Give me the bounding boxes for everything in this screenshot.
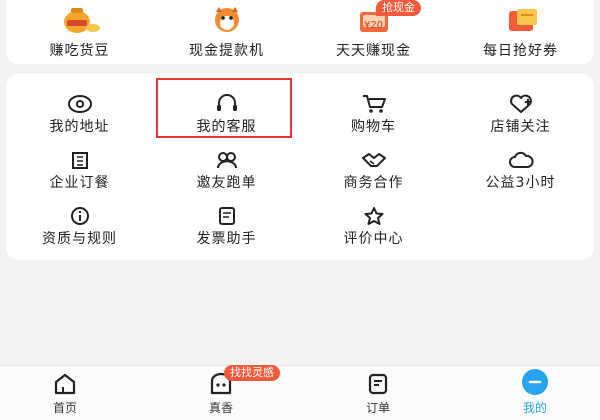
promo-daily-coupons[interactable]: 每日抢好券 [447, 0, 594, 64]
service-invoice-assistant[interactable]: 发票助手 [153, 206, 300, 262]
bottom-tab-bar: 首页 真香 订单 我的 [0, 365, 600, 420]
promo-cash-machine[interactable]: 现金提款机 [153, 0, 300, 64]
promo-earn-beans[interactable]: 赚吃货豆 [6, 0, 153, 64]
service-store-follow[interactable]: 店铺关注 [447, 94, 594, 150]
order-icon [368, 373, 388, 395]
tab-label: 我的 [522, 401, 547, 415]
promo-label: 每日抢好券 [483, 43, 558, 59]
service-label: 我的地址 [49, 119, 110, 135]
service-label: 评价中心 [343, 231, 404, 247]
service-shopping-cart[interactable]: 购物车 [300, 94, 447, 150]
tab-label: 首页 [52, 401, 77, 415]
promo-label: 天天赚现金 [336, 43, 411, 59]
service-corporate-dining[interactable]: 企业订餐 [6, 150, 153, 206]
cloud-icon [508, 151, 534, 168]
highlight-box [156, 78, 292, 138]
service-label: 资质与规则 [42, 231, 117, 247]
promo-label: 现金提款机 [189, 43, 264, 59]
tab-label: 真香 [208, 401, 233, 415]
promo-badge: 抢现金 [376, 0, 421, 16]
service-label: 邀友跑单 [196, 175, 257, 191]
tab-mine[interactable]: 我的 [460, 366, 600, 420]
coin-bag-icon [63, 8, 100, 33]
promo-label: 赚吃货豆 [49, 43, 110, 59]
service-charity-3-hours[interactable]: 公益3小时 [447, 150, 594, 206]
profile-icon [522, 369, 548, 395]
service-label: 购物车 [351, 119, 396, 135]
star-icon [364, 207, 383, 225]
location-icon [67, 95, 92, 113]
service-label: 商务合作 [343, 175, 404, 191]
heart-plus-icon [509, 94, 532, 113]
promo-card: 赚吃货豆 现金提款机 ¥20 天天赚现金 抢现金 每日抢好券 [6, 0, 594, 64]
service-label: 公益3小时 [485, 175, 556, 191]
tab-orders[interactable]: 订单 [303, 366, 453, 420]
service-invite-friends[interactable]: 邀友跑单 [153, 150, 300, 206]
envelope-amount: ¥20 [363, 20, 384, 31]
zhenxiang-badge: 找找灵感 [224, 365, 280, 381]
handshake-icon [361, 153, 386, 167]
service-label: 发票助手 [196, 231, 257, 247]
cart-icon [362, 95, 386, 113]
service-my-address[interactable]: 我的地址 [6, 94, 153, 150]
mascot-dog-icon [214, 7, 239, 32]
invite-icon [216, 152, 237, 169]
tab-label: 订单 [365, 401, 390, 415]
coupon-icon [508, 9, 537, 31]
service-qualifications-rules[interactable]: 资质与规则 [6, 206, 153, 262]
invoice-icon [218, 207, 235, 225]
home-icon [54, 373, 76, 395]
tab-home[interactable]: 首页 [0, 366, 140, 420]
service-review-center[interactable]: 评价中心 [300, 206, 447, 262]
promo-daily-cash[interactable]: ¥20 天天赚现金 [300, 0, 447, 64]
info-icon [70, 207, 89, 225]
service-business-cooperation[interactable]: 商务合作 [300, 150, 447, 206]
building-icon [71, 152, 88, 169]
service-label: 店铺关注 [490, 119, 551, 135]
service-label: 企业订餐 [49, 175, 110, 191]
